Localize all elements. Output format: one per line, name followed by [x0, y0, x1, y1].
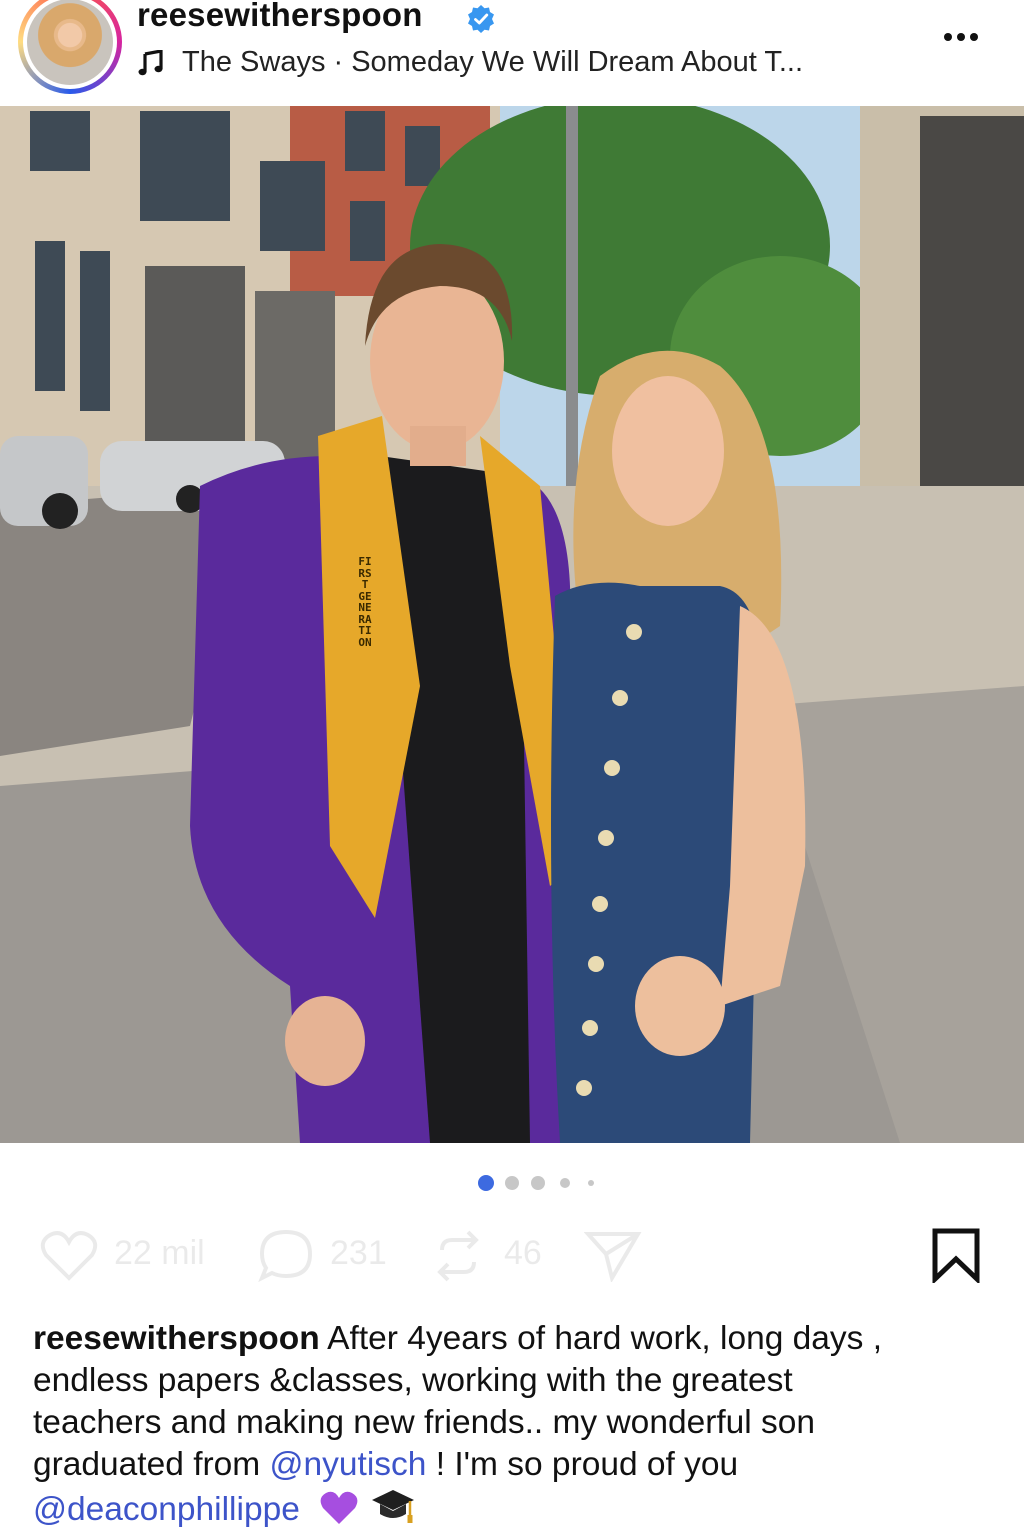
carousel-dot	[505, 1176, 519, 1190]
share-icon[interactable]	[584, 1230, 642, 1282]
comment-icon[interactable]	[258, 1228, 314, 1282]
carousel-dot-active	[478, 1175, 494, 1191]
mention-link[interactable]: @deaconphillippe	[33, 1491, 300, 1528]
caption-text: graduated from	[33, 1446, 270, 1483]
post-photo[interactable]: FIRST GENERATION	[0, 106, 1024, 1143]
profile-avatar-image	[27, 0, 113, 85]
post-caption: reesewitherspoon After 4years of hard wo…	[33, 1318, 1003, 1531]
caption-text: teachers and making new friends.. my won…	[33, 1404, 816, 1441]
avatar[interactable]	[18, 0, 122, 94]
purple-heart-icon	[320, 1491, 358, 1524]
caption-username[interactable]: reesewitherspoon	[33, 1320, 320, 1357]
comments-count[interactable]: 231	[330, 1234, 387, 1273]
music-track-link[interactable]: The Sways · Someday We Will Dream About …	[182, 46, 803, 79]
repost-icon[interactable]	[432, 1230, 484, 1282]
bookmark-icon[interactable]	[930, 1227, 982, 1283]
stole-text: FIRST GENERATION	[358, 555, 372, 649]
graduation-cap-icon	[372, 1490, 415, 1523]
mention-link[interactable]: @nyutisch	[270, 1446, 427, 1483]
verified-badge-icon	[468, 5, 494, 33]
action-bar: 22 mil 231 46	[36, 1222, 656, 1288]
caption-text: After 4years of hard work, long days ,	[319, 1320, 883, 1357]
carousel-dot	[560, 1178, 570, 1188]
music-note-icon	[138, 50, 163, 76]
carousel-dot	[588, 1180, 594, 1186]
carousel-dot	[531, 1176, 545, 1190]
more-options-icon[interactable]	[944, 28, 988, 42]
caption-text: endless papers &classes, working with th…	[33, 1362, 793, 1399]
photo-scene	[0, 106, 1024, 1143]
caption-text: ! I'm so proud of you	[426, 1446, 739, 1483]
likes-count[interactable]: 22 mil	[114, 1234, 205, 1273]
reposts-count[interactable]: 46	[504, 1234, 542, 1273]
heart-icon[interactable]	[40, 1230, 98, 1282]
post-header: reesewitherspoon The Sways · Someday We …	[0, 0, 1024, 106]
username[interactable]: reesewitherspoon	[137, 0, 423, 34]
